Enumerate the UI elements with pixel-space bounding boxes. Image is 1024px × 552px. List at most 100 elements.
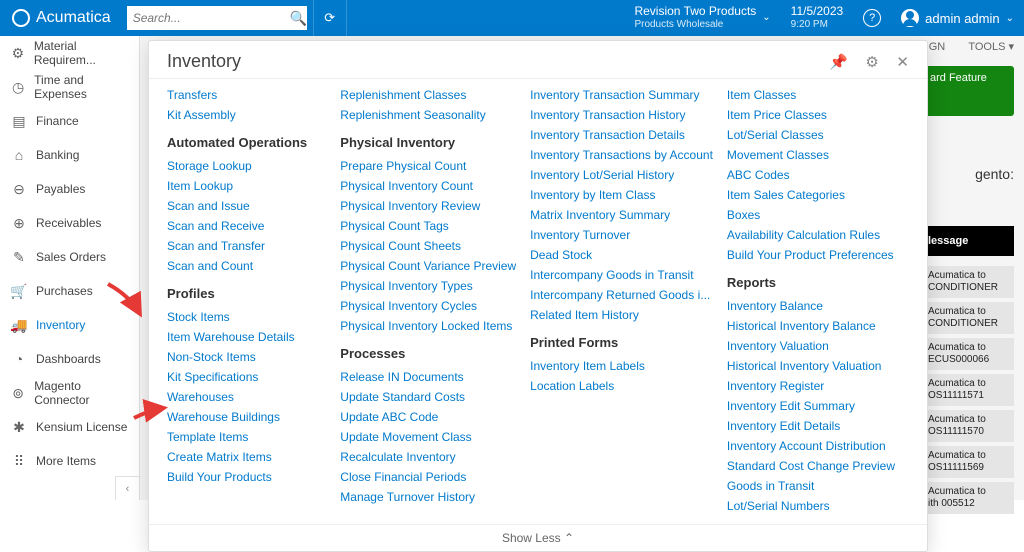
menu-link[interactable]: Lot/Serial Numbers [727,496,895,516]
menu-link[interactable]: Physical Inventory Review [340,196,516,216]
menu-link[interactable]: Physical Inventory Locked Items [340,316,516,336]
menu-link[interactable]: Physical Inventory Types [340,276,516,296]
menu-link[interactable]: Prepare Physical Count [340,156,516,176]
dashboard-tile[interactable]: ard Feature [924,66,1014,116]
menu-link[interactable]: Inventory Transaction History [530,105,713,125]
help-button[interactable]: ? [853,9,891,27]
menu-link[interactable]: Scan and Receive [167,216,326,236]
menu-link[interactable]: Replenishment Seasonality [340,105,516,125]
menu-link[interactable]: Transfers [167,85,326,105]
menu-link[interactable]: Physical Inventory Count [340,176,516,196]
menu-link[interactable]: Inventory Edit Summary [727,396,895,416]
business-date[interactable]: 11/5/2023 9:20 PM [781,4,854,32]
menu-link[interactable]: Manage Turnover History [340,487,516,507]
menu-link[interactable]: Historical Inventory Valuation [727,356,895,376]
message-row[interactable]: Acumatica toCONDITIONER [924,302,1014,334]
menu-link[interactable]: Physical Inventory Cycles [340,296,516,316]
message-row[interactable]: Acumatica toCONDITIONER [924,266,1014,298]
menu-link[interactable]: Scan and Issue [167,196,326,216]
menu-link[interactable]: Dead Stock [530,245,713,265]
menu-link[interactable]: Matrix Inventory Summary [530,205,713,225]
close-icon[interactable]: ✕ [896,54,909,71]
menu-link[interactable]: Inventory Item Labels [530,356,713,376]
menu-link[interactable]: Update Standard Costs [340,387,516,407]
menu-link[interactable]: Boxes [727,205,895,225]
sidebar-item-payables[interactable]: ⊖Payables [0,172,139,206]
menu-link[interactable]: Kit Specifications [167,367,326,387]
menu-link[interactable]: Physical Count Variance Preview [340,256,516,276]
sidebar-item-sales-orders[interactable]: ✎Sales Orders [0,240,139,274]
message-row[interactable]: Acumatica toECUS000066 [924,338,1014,370]
menu-link[interactable]: Update Movement Class [340,427,516,447]
menu-link[interactable]: Inventory Valuation [727,336,895,356]
menu-link[interactable]: Item Classes [727,85,895,105]
user-menu[interactable]: admin admin ⌄ [891,9,1024,27]
menu-link[interactable]: Item Price Classes [727,105,895,125]
menu-link[interactable]: Update ABC Code [340,407,516,427]
menu-link[interactable]: Inventory Balance [727,296,895,316]
menu-link[interactable]: Intercompany Returned Goods i... [530,285,713,305]
menu-link[interactable]: Inventory Turnover [530,225,713,245]
menu-link[interactable]: Historical Inventory Balance [727,316,895,336]
tools-link[interactable]: TOOLS ▾ [958,41,1014,53]
message-row[interactable]: Acumatica toOS11111570 [924,410,1014,442]
sidebar-item-material-requirem[interactable]: ⚙Material Requirem... [0,36,139,70]
gear-icon[interactable]: ⚙ [865,54,878,71]
menu-link[interactable]: Create Matrix Items [167,447,326,467]
menu-link[interactable]: Build Your Products [167,467,326,487]
sidebar-item-dashboards[interactable]: ◔Dashboards [0,342,139,376]
global-search[interactable]: 🔍 [127,6,307,30]
menu-link[interactable]: Inventory Edit Details [727,416,895,436]
menu-link[interactable]: Item Warehouse Details [167,327,326,347]
menu-link[interactable]: Inventory Transaction Details [530,125,713,145]
menu-link[interactable]: Lot/Serial Classes [727,125,895,145]
menu-link[interactable]: ABC Codes [727,165,895,185]
collapse-sidebar-button[interactable]: ‹ [115,476,139,500]
menu-link[interactable]: Kit Assembly [167,105,326,125]
pin-icon[interactable]: 📌 [829,54,848,71]
menu-link[interactable]: Template Items [167,427,326,447]
menu-link[interactable]: Intercompany Goods in Transit [530,265,713,285]
menu-link[interactable]: Item Lookup [167,176,326,196]
menu-link[interactable]: Standard Cost Change Preview [727,456,895,476]
search-input[interactable] [133,11,290,25]
menu-link[interactable]: Warehouses [167,387,326,407]
menu-link[interactable]: Stock Items [167,307,326,327]
sidebar-item-more-items[interactable]: ⠿More Items [0,444,139,478]
menu-link[interactable]: Scan and Count [167,256,326,276]
menu-link[interactable]: Inventory Register [727,376,895,396]
menu-link[interactable]: Inventory Account Distribution [727,436,895,456]
menu-link[interactable]: Close Financial Periods [340,467,516,487]
menu-link[interactable]: Goods in Transit [727,476,895,496]
sidebar-item-kensium-license[interactable]: ✱Kensium License [0,410,139,444]
menu-link[interactable]: Replenishment Classes [340,85,516,105]
menu-link[interactable]: Related Item History [530,305,713,325]
menu-link[interactable]: Inventory Transaction Summary [530,85,713,105]
menu-link[interactable]: Scan and Transfer [167,236,326,256]
refresh-button[interactable]: ⟳ [313,0,347,36]
menu-link[interactable]: Non-Stock Items [167,347,326,367]
show-less-toggle[interactable]: Show Less ⌃ [149,524,927,551]
menu-link[interactable]: Item Sales Categories [727,185,895,205]
menu-link[interactable]: Movement Classes [727,145,895,165]
brand-logo[interactable]: Acumatica [0,9,123,27]
menu-link[interactable]: Release IN Documents [340,367,516,387]
menu-link[interactable]: Inventory by Item Class [530,185,713,205]
sidebar-item-banking[interactable]: ⌂Banking [0,138,139,172]
message-row[interactable]: Acumatica toOS11111571 [924,374,1014,406]
menu-link[interactable]: Physical Count Tags [340,216,516,236]
tenant-switcher[interactable]: Revision Two Products Products Wholesale… [624,4,780,32]
message-row[interactable]: Acumatica toOS11111569 [924,446,1014,478]
menu-link[interactable]: Availability Calculation Rules [727,225,895,245]
menu-link[interactable]: Inventory Lot/Serial History [530,165,713,185]
message-row[interactable]: Acumatica toith 005512 [924,482,1014,514]
sidebar-item-receivables[interactable]: ⊕Receivables [0,206,139,240]
menu-link[interactable]: Warehouse Buildings [167,407,326,427]
menu-link[interactable]: Physical Count Sheets [340,236,516,256]
menu-link[interactable]: Storage Lookup [167,156,326,176]
sidebar-item-finance[interactable]: ▤Finance [0,104,139,138]
sidebar-item-time-and-expenses[interactable]: ◷Time and Expenses [0,70,139,104]
menu-link[interactable]: Recalculate Inventory [340,447,516,467]
sidebar-item-magento-connector[interactable]: ⊚Magento Connector [0,376,139,410]
menu-link[interactable]: Location Labels [530,376,713,396]
